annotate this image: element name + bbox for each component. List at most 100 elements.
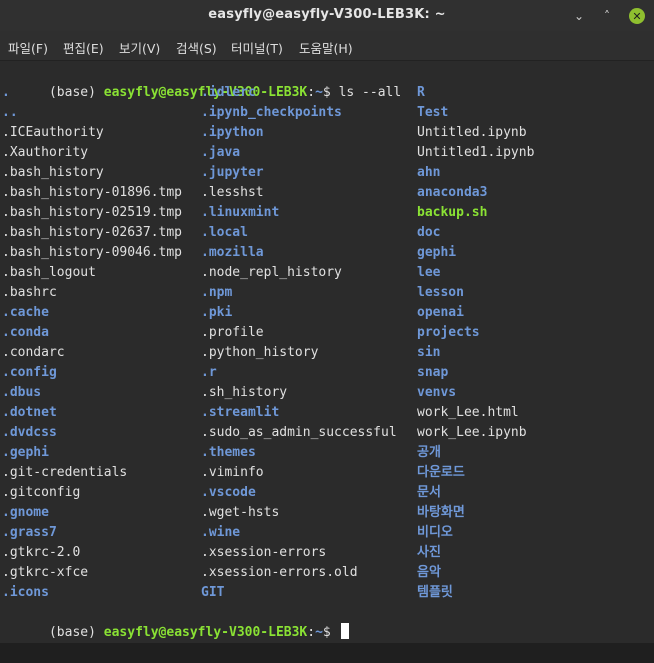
file-entry: .git-credentials bbox=[2, 465, 128, 480]
directory-entry: .gephi bbox=[2, 445, 49, 460]
prompt-userhost: easyfly@easyfly-V300-LEB3K bbox=[103, 625, 308, 640]
menu-search[interactable]: 검색(S) bbox=[176, 38, 217, 57]
directory-entry: sin bbox=[417, 345, 441, 360]
directory-entry: 문서 bbox=[417, 485, 441, 500]
file-entry: .profile bbox=[201, 325, 264, 340]
directory-entry: anaconda3 bbox=[417, 185, 488, 200]
file-entry: .lesshst bbox=[201, 185, 264, 200]
directory-entry: .themes bbox=[201, 445, 256, 460]
directory-entry: ahn bbox=[417, 165, 441, 180]
menu-edit[interactable]: 편집(E) bbox=[63, 38, 104, 57]
file-entry: .condarc bbox=[2, 345, 65, 360]
directory-entry: .idlerc bbox=[201, 85, 256, 100]
prompt-dollar: $ bbox=[322, 625, 339, 640]
directory-entry: .npm bbox=[201, 285, 233, 300]
directory-entry: .dvdcss bbox=[2, 425, 57, 440]
file-entry: work_Lee.html bbox=[417, 405, 519, 420]
directory-entry: .r bbox=[201, 365, 217, 380]
directory-entry: gephi bbox=[417, 245, 457, 260]
file-entry: Untitled1.ipynb bbox=[417, 145, 535, 160]
directory-entry: venvs bbox=[417, 385, 457, 400]
directory-entry: .java bbox=[201, 145, 241, 160]
directory-entry: .pki bbox=[201, 305, 233, 320]
directory-entry: .grass7 bbox=[2, 525, 57, 540]
directory-entry: .cache bbox=[2, 305, 49, 320]
directory-entry: snap bbox=[417, 365, 449, 380]
directory-entry: 공개 bbox=[417, 445, 441, 460]
file-entry: .bashrc bbox=[2, 285, 57, 300]
file-entry: .node_repl_history bbox=[201, 265, 342, 280]
file-entry: Untitled.ipynb bbox=[417, 125, 527, 140]
file-entry: .wget-hsts bbox=[201, 505, 280, 520]
directory-entry: .jupyter bbox=[201, 165, 264, 180]
file-entry: .bash_logout bbox=[2, 265, 96, 280]
directory-entry: 사진 bbox=[417, 545, 441, 560]
menu-view[interactable]: 보기(V) bbox=[119, 38, 160, 57]
directory-entry: lesson bbox=[417, 285, 464, 300]
menu-terminal[interactable]: 터미널(T) bbox=[231, 38, 283, 57]
directory-entry: openai bbox=[417, 305, 464, 320]
file-entry: .xsession-errors.old bbox=[201, 565, 358, 580]
directory-entry: .gnome bbox=[2, 505, 49, 520]
directory-entry: .mozilla bbox=[201, 245, 264, 260]
file-entry: .gtkrc-xfce bbox=[2, 565, 89, 580]
maximize-button[interactable]: ˄ bbox=[599, 8, 615, 24]
directory-entry: R bbox=[417, 85, 425, 100]
directory-entry: .dotnet bbox=[2, 405, 57, 420]
file-entry: .sh_history bbox=[201, 385, 288, 400]
file-entry: .bash_history-09046.tmp bbox=[2, 245, 183, 260]
directory-entry: .local bbox=[201, 225, 248, 240]
text-cursor bbox=[340, 623, 349, 639]
file-entry: .Xauthority bbox=[2, 145, 89, 160]
directory-entry: 템플릿 bbox=[417, 585, 453, 600]
prompt-path: ~ bbox=[315, 625, 323, 640]
prompt-sep: : bbox=[307, 625, 316, 640]
directory-entry: .linuxmint bbox=[201, 205, 280, 220]
file-entry: .viminfo bbox=[201, 465, 264, 480]
file-entry: .gitconfig bbox=[2, 485, 81, 500]
menu-bar: 파일(F) 편집(E) 보기(V) 검색(S) 터미널(T) 도움말(H) bbox=[0, 31, 654, 61]
file-entry: .xsession-errors bbox=[201, 545, 327, 560]
file-entry: .bash_history-01896.tmp bbox=[2, 185, 183, 200]
terminal-window: easyfly@easyfly-V300-LEB3K: ~ ⌄ ˄ ✕ 파일(F… bbox=[0, 0, 654, 643]
file-entry: work_Lee.ipynb bbox=[417, 425, 527, 440]
directory-entry: projects bbox=[417, 325, 480, 340]
directory-entry: 비디오 bbox=[417, 525, 453, 540]
directory-entry: lee bbox=[417, 265, 441, 280]
title-bar[interactable]: easyfly@easyfly-V300-LEB3K: ~ ⌄ ˄ ✕ bbox=[0, 0, 654, 32]
close-button[interactable]: ✕ bbox=[629, 8, 645, 24]
minimize-button[interactable]: ⌄ bbox=[571, 8, 587, 24]
directory-entry: 음악 bbox=[417, 565, 441, 580]
terminal-output[interactable]: (base) easyfly@easyfly-V300-LEB3K:~$ ls … bbox=[0, 61, 654, 643]
directory-entry: Test bbox=[417, 105, 449, 120]
directory-entry: .wine bbox=[201, 525, 241, 540]
directory-entry: .ipynb_checkpoints bbox=[201, 105, 342, 120]
directory-entry: .dbus bbox=[2, 385, 42, 400]
directory-entry: GIT bbox=[201, 585, 225, 600]
directory-entry: .config bbox=[2, 365, 57, 380]
directory-entry: .icons bbox=[2, 585, 49, 600]
file-entry: .bash_history bbox=[2, 165, 104, 180]
directory-entry: .. bbox=[2, 105, 18, 120]
file-entry: .sudo_as_admin_successful bbox=[201, 425, 397, 440]
active-prompt-line[interactable]: (base) easyfly@easyfly-V300-LEB3K:~$ bbox=[2, 603, 349, 640]
file-entry: .bash_history-02519.tmp bbox=[2, 205, 183, 220]
directory-entry: 다운로드 bbox=[417, 465, 465, 480]
menu-file[interactable]: 파일(F) bbox=[8, 38, 48, 57]
menu-help[interactable]: 도움말(H) bbox=[299, 38, 353, 57]
file-entry: .bash_history-02637.tmp bbox=[2, 225, 183, 240]
directory-entry: .vscode bbox=[201, 485, 256, 500]
listing-column-1: ... .ICEauthority .Xauthority .bash_history… bbox=[2, 83, 222, 603]
file-entry: .gtkrc-2.0 bbox=[2, 545, 81, 560]
listing-column-3: R Test Untitled.ipynb Untitled1.ipynb ahn ana… bbox=[417, 83, 637, 603]
executable-entry: backup.sh bbox=[417, 205, 488, 220]
window-title: easyfly@easyfly-V300-LEB3K: ~ bbox=[208, 7, 446, 22]
directory-entry: .ipython bbox=[201, 125, 264, 140]
file-entry: .ICEauthority bbox=[2, 125, 104, 140]
directory-entry: .streamlit bbox=[201, 405, 280, 420]
prompt-env: (base) bbox=[48, 625, 104, 640]
directory-entry: doc bbox=[417, 225, 441, 240]
directory-entry: 바탕화면 bbox=[417, 505, 465, 520]
directory-entry: .conda bbox=[2, 325, 49, 340]
listing-column-2: .idlerc .ipynb_checkpoints .ipython .java .j… bbox=[201, 83, 421, 603]
